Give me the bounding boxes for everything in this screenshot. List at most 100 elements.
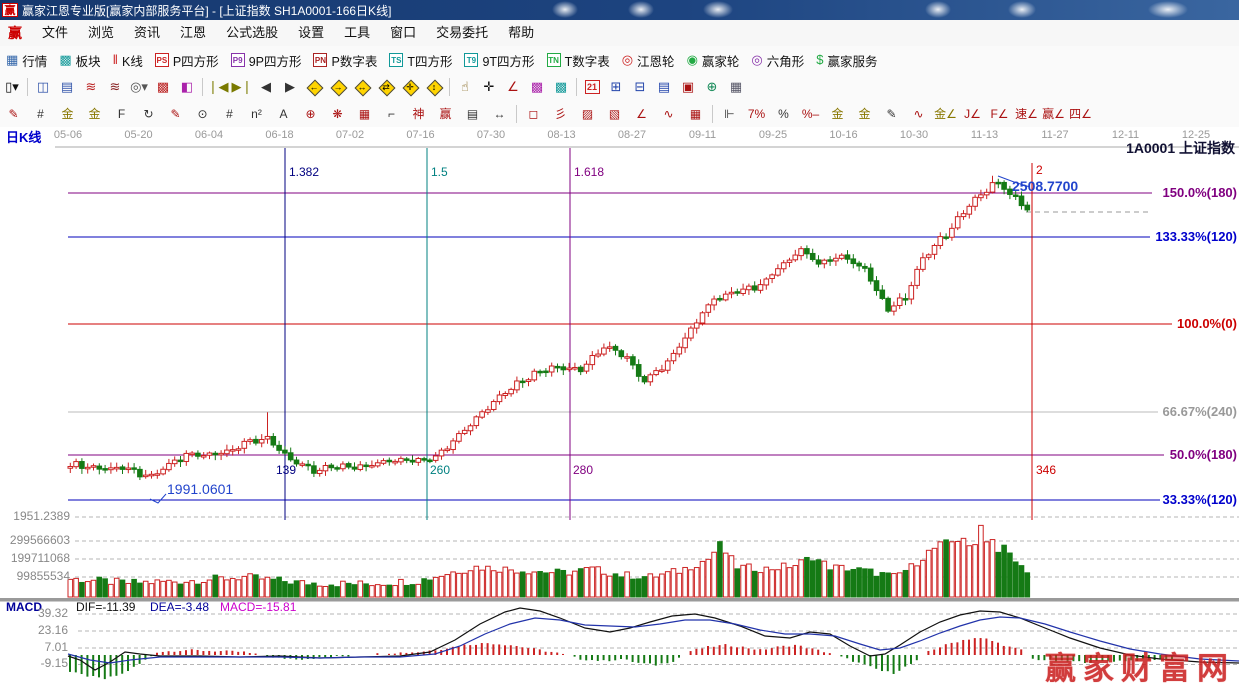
f-grid-tool[interactable]: F	[108, 103, 135, 125]
red-grid-tool[interactable]: ▦	[682, 103, 709, 125]
ninep-square-button[interactable]: P99P四方形	[225, 48, 308, 72]
hash2-tool[interactable]: #	[216, 103, 243, 125]
hexagon-button[interactable]: ◎六角形	[745, 48, 810, 72]
gold-line-tool[interactable]: 金	[851, 103, 878, 125]
brush-tool[interactable]: ✎	[878, 103, 905, 125]
winner-service-button[interactable]: $赢家服务	[810, 48, 883, 72]
j-angle-tool[interactable]: J∠	[959, 103, 986, 125]
gold-angle-tool[interactable]: 金∠	[932, 103, 959, 125]
wave3-icon[interactable]: ≋	[79, 76, 103, 98]
t-percent-tool[interactable]: 7%	[743, 103, 770, 125]
ying-tool[interactable]: 赢	[432, 103, 459, 125]
next-bar-icon[interactable]: ▶	[278, 76, 302, 98]
wave-line-tool[interactable]: ∿	[655, 103, 682, 125]
menu-item-6[interactable]: 工具	[334, 22, 380, 44]
ruler-123-tool[interactable]: ▤	[459, 103, 486, 125]
menu-item-0[interactable]: 文件	[32, 22, 78, 44]
color-chart-icon[interactable]: ◧	[175, 76, 199, 98]
center-icon[interactable]: ✛	[398, 76, 422, 98]
menu-item-8[interactable]: 交易委托	[426, 22, 498, 44]
compress-h-icon[interactable]: ⇄	[374, 76, 398, 98]
menu-item-2[interactable]: 资讯	[124, 22, 170, 44]
width-arrow-tool[interactable]: ↔	[486, 103, 513, 125]
calendar-21-icon[interactable]: 21	[580, 76, 604, 98]
purple-pattern-icon[interactable]: ▩	[525, 76, 549, 98]
last-bar-icon[interactable]: ▶❘	[230, 76, 254, 98]
teal-pattern-icon[interactable]: ▩	[549, 76, 573, 98]
gold-grid-tool[interactable]: 金	[54, 103, 81, 125]
title-bar: 赢 赢家江恩专业版[赢家内部服务平台] - [上证指数 SH1A0001-166…	[0, 0, 1239, 20]
notes-icon[interactable]: ▤	[652, 76, 676, 98]
gann-circle-tool[interactable]: ⊙	[189, 103, 216, 125]
web-box-tool[interactable]: ▦	[351, 103, 378, 125]
menu-logo-icon: 赢	[8, 23, 22, 43]
spiderweb-tool[interactable]: ❋	[324, 103, 351, 125]
first-bar-icon[interactable]: ❘◀	[206, 76, 230, 98]
f-angle-tool[interactable]: F∠	[986, 103, 1013, 125]
wave9-icon[interactable]: ≋	[103, 76, 127, 98]
kline-button[interactable]: ‖K线	[107, 48, 149, 72]
gold-grid2-tool[interactable]: 金	[81, 103, 108, 125]
shift-right-icon[interactable]: →	[326, 76, 350, 98]
sectors-button[interactable]: ▩板块	[53, 48, 106, 72]
capsule-dropdown[interactable]: ◎▾	[127, 76, 151, 98]
remote-pc-icon[interactable]: ▦	[724, 76, 748, 98]
fan-box-tool[interactable]: ▨	[574, 103, 601, 125]
square-select-tool[interactable]: ◻	[520, 103, 547, 125]
quote-mark-tool[interactable]: ⌐	[378, 103, 405, 125]
angle-line-tool[interactable]: ∠	[628, 103, 655, 125]
percent-line-tool[interactable]: %–	[797, 103, 824, 125]
angle-a-tool[interactable]: A	[270, 103, 297, 125]
si-angle-tool[interactable]: 四∠	[1067, 103, 1094, 125]
grid-calc-icon[interactable]: ⊟	[628, 76, 652, 98]
percent-tool[interactable]: %	[770, 103, 797, 125]
ying-angle-tool[interactable]: 赢∠	[1040, 103, 1067, 125]
macd-scale-2: 23.16	[8, 624, 68, 637]
gann-wheel-button[interactable]: ◎江恩轮	[616, 48, 681, 72]
info-list-icon[interactable]: ▤	[55, 76, 79, 98]
t-square-button[interactable]: TST四方形	[383, 48, 458, 72]
network-icon[interactable]: ⊕	[700, 76, 724, 98]
menu-item-5[interactable]: 设置	[288, 22, 334, 44]
speed-angle-tool[interactable]: 速∠	[1013, 103, 1040, 125]
save-icon[interactable]: ▣	[676, 76, 700, 98]
expand-h-icon[interactable]: ↔	[350, 76, 374, 98]
fan-lines-tool[interactable]: 彡	[547, 103, 574, 125]
quotes-button[interactable]: ▦行情	[0, 48, 53, 72]
hash-grid-tool[interactable]: #	[27, 103, 54, 125]
shen-tool[interactable]: 神	[405, 103, 432, 125]
protractor-icon[interactable]: ∠	[501, 76, 525, 98]
ninet-square-button[interactable]: T99T四方形	[458, 48, 540, 72]
calculator-icon[interactable]: ⊞	[604, 76, 628, 98]
date-tick-1: 05-20	[119, 129, 159, 141]
menu-item-9[interactable]: 帮助	[498, 22, 544, 44]
candle-style-dropdown[interactable]: ▯▾	[0, 76, 24, 98]
gann-50-label: 50.0%(180)	[1170, 448, 1237, 462]
winner-wheel-button[interactable]: ◉赢家轮	[681, 48, 746, 72]
menu-item-7[interactable]: 窗口	[380, 22, 426, 44]
fib-15-label: 1.5	[431, 166, 448, 179]
pattern-window-icon[interactable]: ◫	[31, 76, 55, 98]
expand-v-icon[interactable]: ↕	[422, 76, 446, 98]
wave2-tool[interactable]: ∿	[905, 103, 932, 125]
prev-bar-icon[interactable]: ◀	[254, 76, 278, 98]
shift-left-icon[interactable]: ←	[302, 76, 326, 98]
pencil2-tool[interactable]: ✎	[162, 103, 189, 125]
p-square-button[interactable]: PSP四方形	[149, 48, 225, 72]
fan-box2-tool[interactable]: ▧	[601, 103, 628, 125]
p-number-table-button[interactable]: PNP数字表	[307, 48, 383, 72]
menu-item-4[interactable]: 公式选股	[216, 22, 288, 44]
menu-item-1[interactable]: 浏览	[78, 22, 124, 44]
hand-tool-icon[interactable]: ☝	[453, 76, 477, 98]
vertical-ruler-tool[interactable]: ⊩	[716, 103, 743, 125]
gold-circle-tool[interactable]: 金	[824, 103, 851, 125]
menu-item-3[interactable]: 江恩	[170, 22, 216, 44]
crosshair-icon[interactable]: ✛	[477, 76, 501, 98]
spiral-tool[interactable]: ↻	[135, 103, 162, 125]
gann-66-label: 66.67%(240)	[1163, 405, 1237, 419]
target-circle-tool[interactable]: ⊕	[297, 103, 324, 125]
n-square-tool[interactable]: n²	[243, 103, 270, 125]
stamp-icon[interactable]: ▩	[151, 76, 175, 98]
t-number-table-button[interactable]: TNT数字表	[541, 48, 616, 72]
pencil-tool[interactable]: ✎	[0, 103, 27, 125]
